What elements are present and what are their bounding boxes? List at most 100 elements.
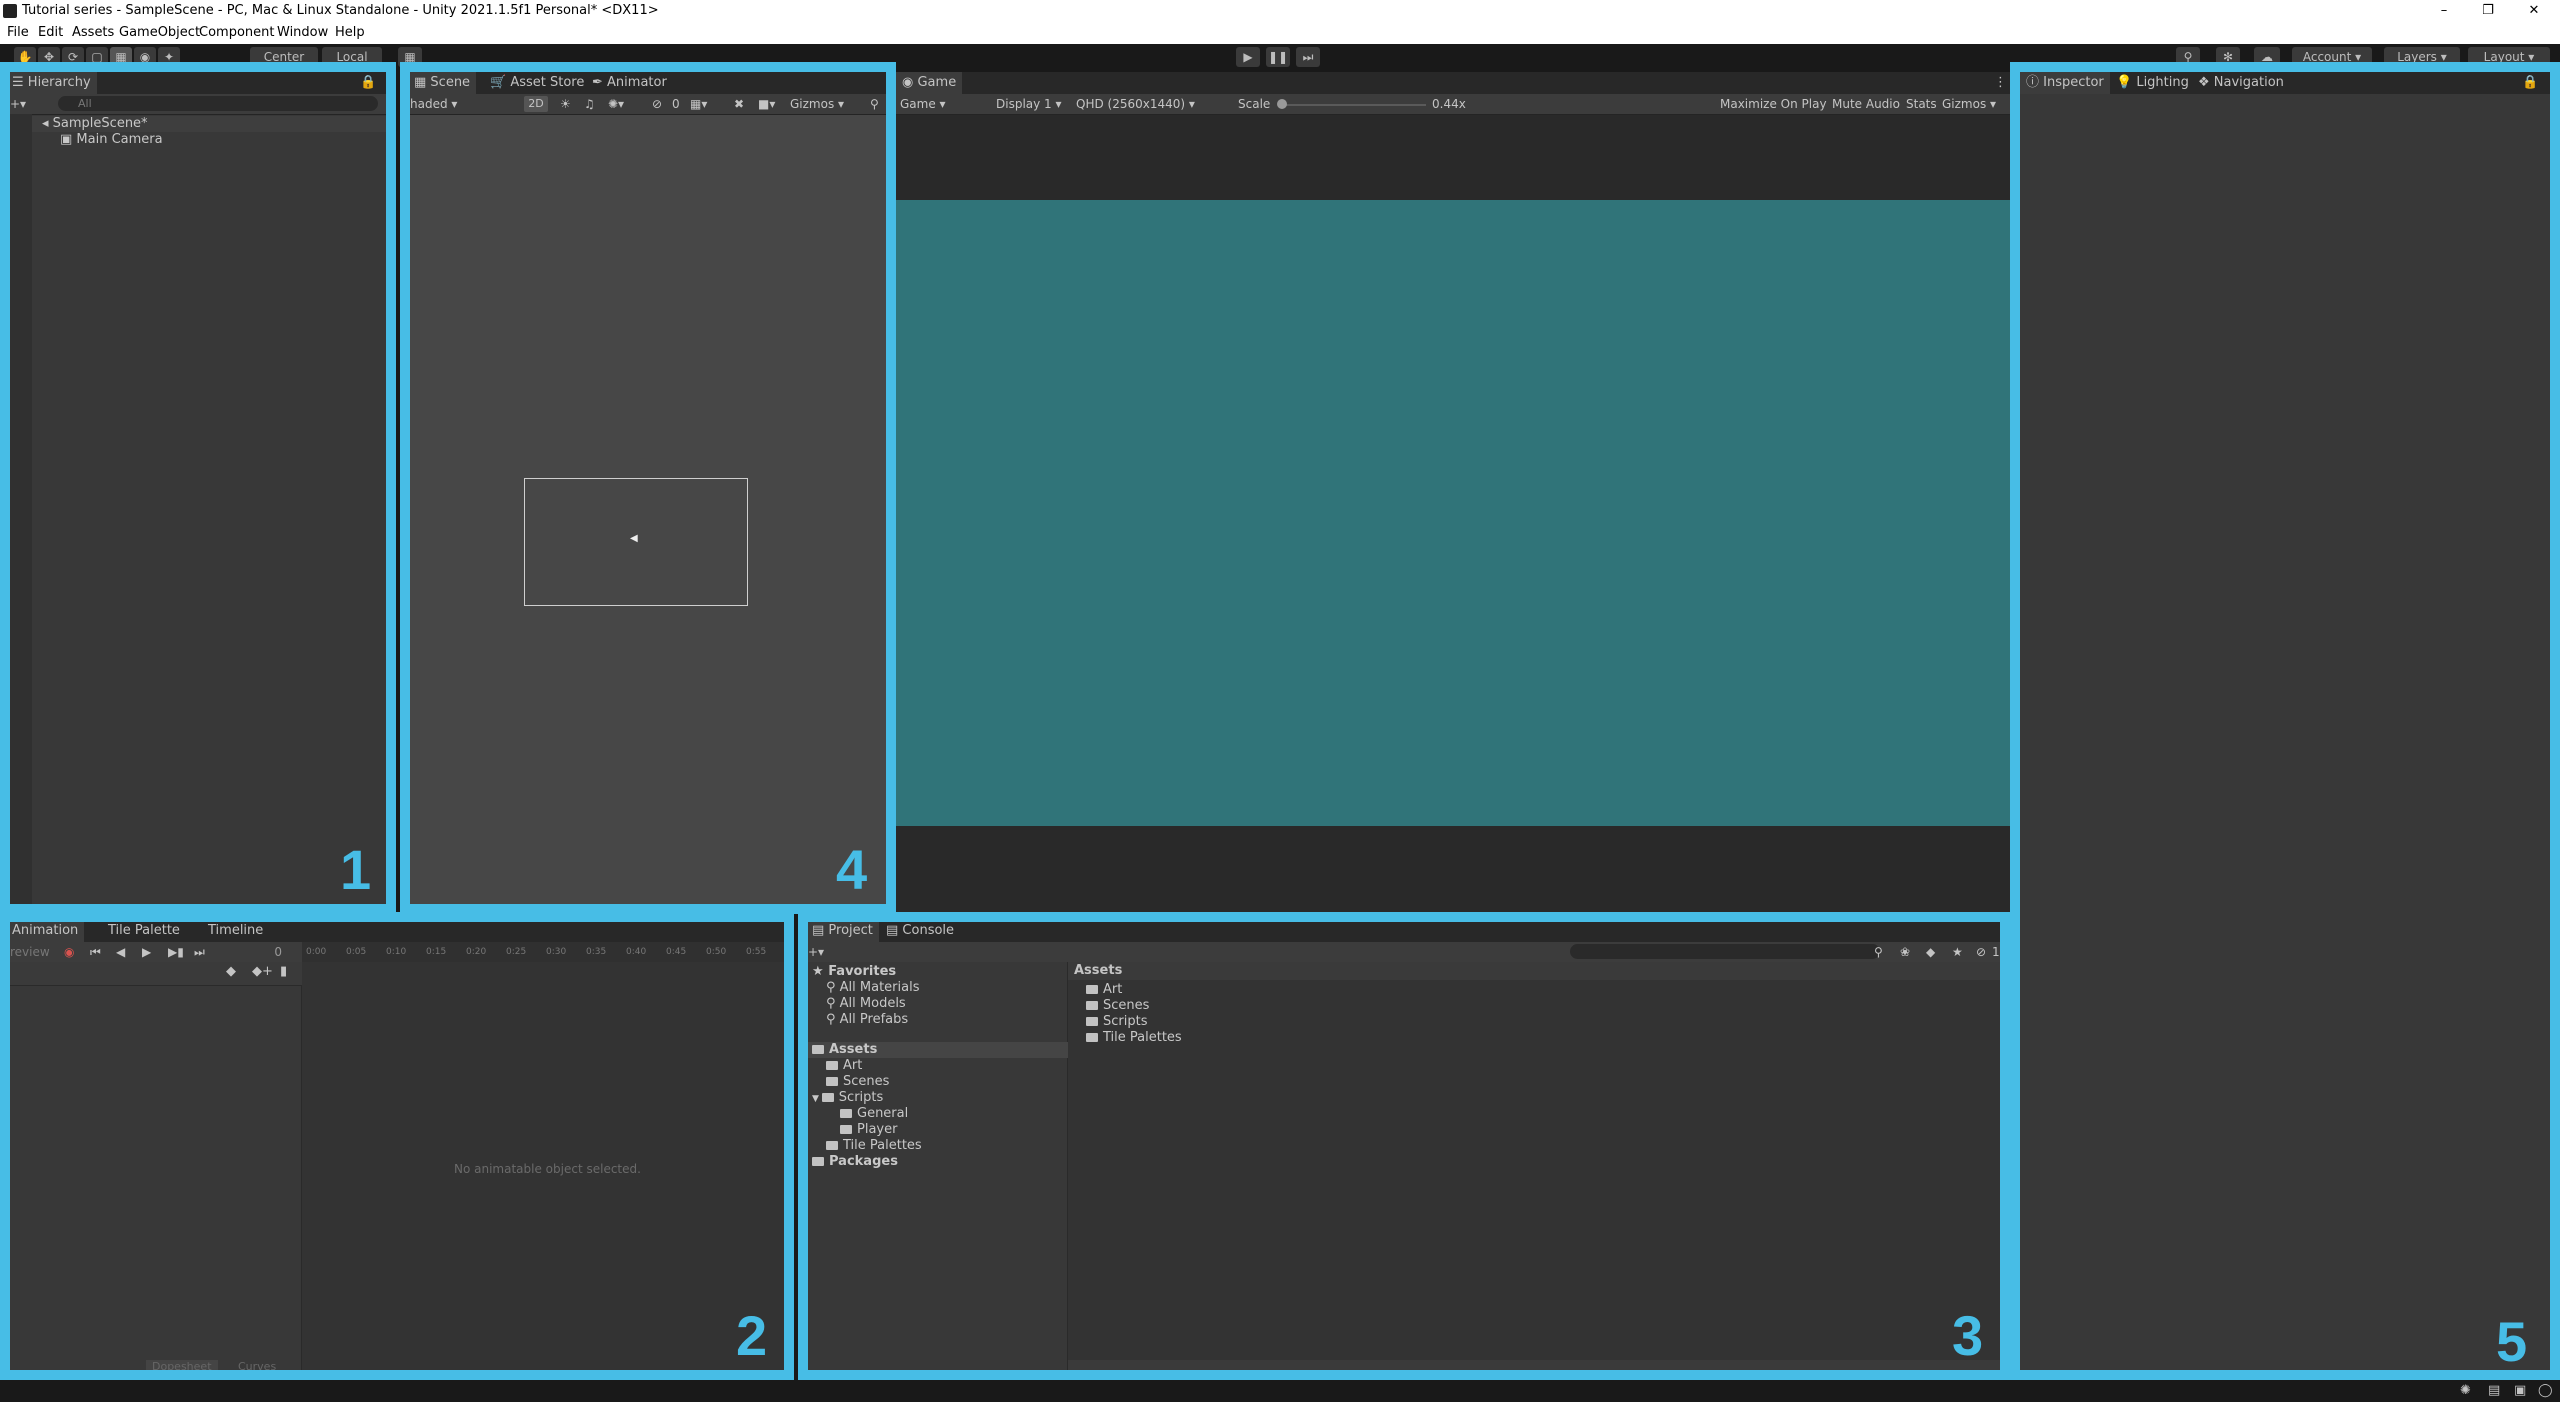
stats-toggle[interactable]: Stats	[1906, 94, 1937, 114]
lighting-toggle-icon[interactable]: ☀	[560, 94, 571, 114]
tab-asset-store[interactable]: 🛒 Asset Store	[484, 72, 590, 94]
frame-field[interactable]: 0	[226, 942, 282, 962]
hidden-packages-icon[interactable]: ⊘	[1976, 942, 1986, 962]
effects-toggle-icon[interactable]: ✺▾	[608, 94, 624, 114]
resolution-dropdown[interactable]: QHD (2560x1440)	[1076, 94, 1230, 114]
tab-game[interactable]: ◉ Game	[896, 72, 963, 94]
pivot-center-button[interactable]: Center	[250, 47, 318, 67]
project-tree-item[interactable]: Player	[840, 1122, 897, 1138]
auto-generate-icon[interactable]: ◯	[2538, 1383, 2553, 1398]
add-event-icon[interactable]: ◆+	[252, 964, 273, 979]
scale-slider-handle[interactable]	[1277, 99, 1287, 109]
pivot-local-button[interactable]: Local	[322, 47, 382, 67]
tab-navigation[interactable]: ❖ Navigation	[2192, 72, 2290, 94]
game-viewport[interactable]	[896, 200, 2010, 826]
create-asset-button[interactable]: +▾	[808, 942, 824, 962]
label-icon[interactable]: ◆	[1926, 942, 1935, 962]
add-keyframe-icon[interactable]: ◆	[226, 964, 236, 979]
asset-item[interactable]: Scripts	[1086, 1014, 1147, 1030]
lock-icon[interactable]: 🔒	[360, 72, 376, 94]
favorite-item[interactable]: ⚲ All Materials	[826, 980, 920, 996]
asset-item[interactable]: Art	[1086, 982, 1122, 998]
hierarchy-item-main-camera[interactable]: ▣ Main Camera	[60, 132, 163, 148]
camera-icon[interactable]: ■▾	[758, 94, 775, 114]
grid-toggle-icon[interactable]: ▦▾	[690, 94, 707, 114]
audio-toggle-icon[interactable]: ♫	[584, 94, 595, 114]
project-tree-item[interactable]: Art	[826, 1058, 862, 1074]
search-by-label-icon[interactable]: ❀	[1900, 942, 1910, 962]
favorite-item[interactable]: ⚲ All Models	[826, 996, 906, 1012]
tab-animator[interactable]: ✒ Animator	[586, 72, 673, 94]
packages-root[interactable]: Packages	[812, 1154, 898, 1170]
maximize-on-play-toggle[interactable]: Maximize On Play	[1720, 94, 1827, 114]
hierarchy-search-field[interactable]: All	[58, 96, 378, 111]
tools-icon[interactable]: ✖	[734, 94, 744, 114]
scene-row[interactable]: ◂ SampleScene*	[32, 116, 386, 132]
prev-key-icon[interactable]: ◀	[116, 942, 125, 962]
tab-dopesheet[interactable]: Dopesheet	[146, 1360, 218, 1373]
rotate-tool-icon[interactable]: ⟳	[62, 47, 84, 67]
preview-toggle[interactable]: review	[10, 942, 50, 962]
tab-animation[interactable]: Animation	[6, 920, 85, 942]
project-search-field[interactable]	[1570, 944, 1880, 959]
move-tool-icon[interactable]: ✥	[38, 47, 60, 67]
add-object-button[interactable]: +▾	[10, 94, 26, 114]
camera-gizmo-icon[interactable]: ◀	[630, 534, 642, 544]
scale-slider-track[interactable]	[1280, 104, 1426, 106]
tab-lighting[interactable]: 💡 Lighting	[2110, 72, 2195, 94]
inspector-lock-icon[interactable]: 🔒	[2522, 72, 2538, 94]
asset-item[interactable]: Tile Palettes	[1086, 1030, 1182, 1046]
menu-edit[interactable]: Edit	[38, 22, 63, 44]
mute-audio-toggle[interactable]: Mute Audio	[1832, 94, 1900, 114]
tab-project[interactable]: ▤ Project	[806, 920, 879, 942]
menu-assets[interactable]: Assets	[72, 22, 114, 44]
menu-window[interactable]: Window	[277, 22, 328, 44]
menu-gameobject[interactable]: GameObject	[119, 22, 200, 44]
search-icon[interactable]: ⚲	[2176, 47, 2200, 67]
tab-tile-palette[interactable]: Tile Palette	[102, 920, 186, 942]
debug-icon[interactable]: ✺	[2460, 1383, 2471, 1398]
first-key-icon[interactable]: ⏮	[90, 942, 101, 962]
layout-dropdown[interactable]: Layout	[2468, 47, 2550, 67]
favorite-star-icon[interactable]: ★	[1952, 942, 1963, 962]
project-tree-item[interactable]: General	[840, 1106, 908, 1122]
tab-timeline[interactable]: Timeline	[202, 920, 269, 942]
scale-tool-icon[interactable]: ▢	[86, 47, 108, 67]
minimize-button[interactable]: –	[2432, 0, 2456, 22]
scene-search-icon[interactable]: ⚲	[870, 94, 879, 114]
game-menu-icon[interactable]: ⋮	[1994, 72, 2007, 94]
tab-inspector[interactable]: ⓘ Inspector	[2020, 72, 2110, 94]
project-tree-item[interactable]: ▼ Scripts	[812, 1090, 883, 1107]
tab-curves[interactable]: Curves	[238, 1360, 276, 1373]
project-breadcrumb[interactable]: Assets	[1068, 962, 2000, 980]
cloud-icon[interactable]: ☁	[2254, 47, 2280, 67]
restore-button[interactable]: ❐	[2476, 0, 2500, 22]
transform-tool-icon[interactable]: ◉	[134, 47, 156, 67]
tab-scene[interactable]: ▦ Scene	[408, 72, 477, 94]
custom-tool-icon[interactable]: ✦	[158, 47, 180, 67]
event-marker-icon[interactable]: ▮	[280, 964, 287, 979]
hand-tool-icon[interactable]: ✋	[14, 47, 36, 67]
menu-component[interactable]: Component	[199, 22, 274, 44]
hidden-objects-icon[interactable]: ⊘	[652, 94, 662, 114]
assets-root[interactable]: Assets	[806, 1042, 1074, 1058]
pause-button[interactable]: ❚❚	[1266, 47, 1290, 67]
account-dropdown[interactable]: Account	[2292, 47, 2372, 67]
shading-mode-dropdown[interactable]: haded	[410, 94, 518, 114]
collab-icon[interactable]: ✻	[2216, 47, 2240, 67]
progress-icon[interactable]: ▣	[2514, 1383, 2526, 1398]
menu-file[interactable]: File	[7, 22, 29, 44]
next-key-icon[interactable]: ▶▮	[168, 942, 184, 962]
grid-snap-icon[interactable]: ▦	[398, 47, 422, 67]
play-button[interactable]: ▶	[1236, 47, 1260, 67]
game-gizmos-dropdown[interactable]: Gizmos	[1942, 94, 1996, 114]
project-zoom-slider[interactable]	[1068, 1360, 2000, 1372]
project-tree-item[interactable]: Scenes	[826, 1074, 889, 1090]
cache-icon[interactable]: ▤	[2488, 1383, 2500, 1398]
tab-hierarchy[interactable]: ☰ Hierarchy	[6, 72, 97, 94]
timeline-ruler[interactable]: 0:00 0:05 0:10 0:15 0:20 0:25 0:30 0:35 …	[302, 942, 786, 962]
display-dropdown[interactable]: Display 1	[996, 94, 1072, 114]
play-anim-icon[interactable]: ▶	[142, 942, 151, 962]
scene-gizmos-dropdown[interactable]: Gizmos	[790, 94, 844, 114]
game-view-dropdown[interactable]: Game	[900, 94, 984, 114]
